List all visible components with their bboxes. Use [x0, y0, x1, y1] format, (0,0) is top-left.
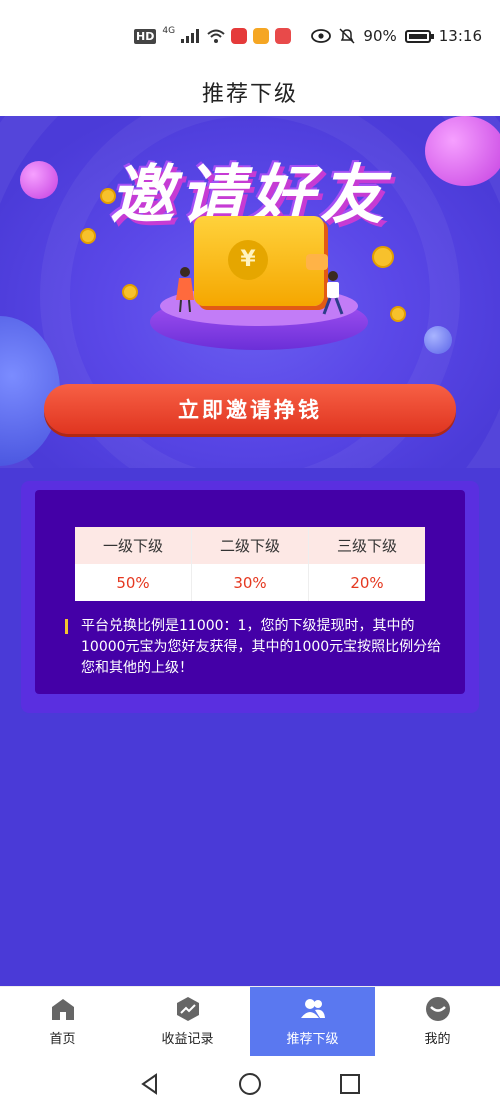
- nav-label-profile: 我的: [424, 1032, 451, 1047]
- nav-label-earnings: 收益记录: [161, 1032, 214, 1047]
- system-nav-bar: [0, 1056, 500, 1111]
- nav-item-earnings[interactable]: 收益记录: [125, 987, 250, 1056]
- eye-icon: [311, 29, 332, 43]
- rate-value: 50%: [116, 573, 150, 592]
- coin-icon: [100, 188, 116, 204]
- bell-mute-icon: [339, 28, 355, 44]
- note-marker: [65, 619, 68, 634]
- nav-item-profile[interactable]: 我的: [375, 987, 500, 1056]
- battery-percent: 90%: [363, 27, 397, 45]
- rate-value: 20%: [350, 573, 384, 592]
- rate-column-level-2: 二级下级 30%: [192, 527, 309, 601]
- rate-header: 三级下级: [309, 527, 425, 564]
- wifi-icon: [207, 29, 225, 43]
- bottom-nav: 首页 收益记录 推荐下级 我的: [0, 986, 500, 1056]
- main-content: 邀请好友 ¥ 立即邀请挣钱 一级下级 50% 二级下级 30% 三级下级 20%…: [0, 116, 500, 986]
- video-app-icon: [253, 28, 270, 44]
- rate-header: 二级下级: [192, 527, 308, 564]
- profile-icon: [425, 997, 450, 1021]
- rate-column-level-3: 三级下级 20%: [309, 527, 425, 601]
- exchange-note-text: 平台兑换比例是11000：1，您的下级提现时，其中的10000元宝为您好友获得，…: [81, 618, 442, 676]
- rate-table: 一级下级 50% 二级下级 30% 三级下级 20%: [75, 527, 425, 601]
- app-notification-icon: [231, 28, 248, 44]
- wallet-clasp: [306, 254, 328, 270]
- page-title: 推荐下级: [201, 82, 298, 107]
- battery-icon: [404, 29, 434, 43]
- home-circle-icon[interactable]: [238, 1072, 262, 1096]
- coin-icon: [372, 246, 394, 268]
- woman-figure-icon: [176, 267, 194, 312]
- nav-label-home: 首页: [49, 1032, 76, 1047]
- hero-banner: 邀请好友 ¥ 立即邀请挣钱: [0, 116, 500, 468]
- home-icon: [51, 999, 74, 1020]
- rate-value: 30%: [233, 573, 267, 592]
- nav-item-referrals[interactable]: 推荐下级: [250, 987, 375, 1056]
- status-bar: HD 4G 90% 13:16: [0, 0, 500, 68]
- invite-button[interactable]: 立即邀请挣钱: [44, 384, 456, 434]
- users-icon: [300, 999, 325, 1018]
- exchange-note: 平台兑换比例是11000：1，您的下级提现时，其中的10000元宝为您好友获得，…: [65, 616, 449, 679]
- coin-icon: [122, 284, 138, 300]
- title-bar: 推荐下级: [0, 68, 500, 116]
- clock: 13:16: [438, 27, 482, 45]
- wallet-illustration: ¥: [194, 216, 328, 306]
- coin-icon: [80, 228, 96, 244]
- back-icon[interactable]: [138, 1072, 162, 1096]
- rate-header: 一级下级: [75, 527, 191, 564]
- nav-label-referrals: 推荐下级: [286, 1032, 339, 1047]
- decor-ball: [424, 326, 452, 354]
- status-notifications: HD 4G: [134, 26, 292, 44]
- rates-card-inner: 一级下级 50% 二级下级 30% 三级下级 20% 平台兑换比例是11000：…: [35, 490, 465, 694]
- book-app-icon: [275, 28, 292, 44]
- hd-network-indicator: HD: [134, 28, 157, 44]
- nav-item-home[interactable]: 首页: [0, 987, 125, 1056]
- yuan-coin-icon: ¥: [228, 240, 268, 280]
- trend-icon: [176, 997, 199, 1021]
- status-right: 90% 13:16: [311, 27, 482, 45]
- signal-icon: [181, 29, 200, 43]
- man-figure-icon: [322, 271, 344, 315]
- rates-card: 一级下级 50% 二级下级 30% 三级下级 20% 平台兑换比例是11000：…: [21, 481, 479, 713]
- coin-icon: [390, 306, 406, 322]
- recents-icon[interactable]: [338, 1072, 362, 1096]
- 4g-network-indicator: 4G: [162, 26, 176, 36]
- rate-column-level-1: 一级下级 50%: [75, 527, 192, 601]
